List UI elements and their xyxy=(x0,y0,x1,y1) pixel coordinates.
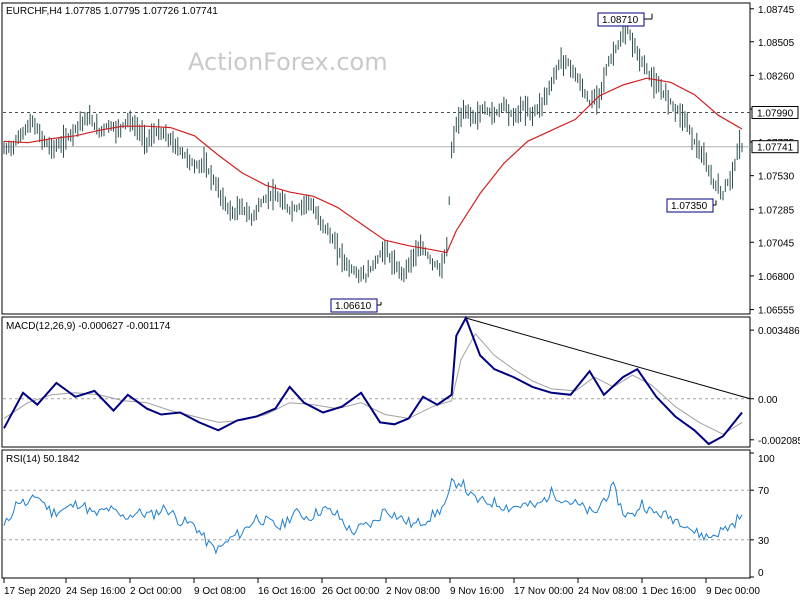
callout-label: 1.06610 xyxy=(335,301,372,312)
x-tick-label: 9 Dec 00:00 xyxy=(706,586,760,597)
current-price-tag: 1.07741 xyxy=(757,143,794,154)
x-tick-label: 17 Sep 2020 xyxy=(4,586,61,597)
x-tick-label: 2 Nov 08:00 xyxy=(386,586,440,597)
price-tick-label: 1.08745 xyxy=(758,5,795,16)
x-tick-label: 9 Nov 16:00 xyxy=(450,586,504,597)
price-tick-label: 1.07045 xyxy=(758,238,795,249)
x-tick-label: 9 Oct 08:00 xyxy=(194,586,246,597)
macd-header: MACD(12,26,9) -0.000627 -0.001174 xyxy=(6,321,171,332)
x-tick-label: 1 Dec 16:00 xyxy=(642,586,696,597)
price-tick-label: 1.06800 xyxy=(758,272,795,283)
rsi-header: RSI(14) 50.1842 xyxy=(6,454,80,465)
macd-tick-label: 0.003486 xyxy=(758,326,800,337)
price-tick-label: 1.07285 xyxy=(758,205,795,216)
x-tick-label: 24 Nov 08:00 xyxy=(578,586,638,597)
rsi-tick-label: 100 xyxy=(758,454,775,465)
price-tick-label: 1.08505 xyxy=(758,38,795,49)
x-tick-label: 17 Nov 00:00 xyxy=(514,586,574,597)
x-tick-label: 16 Oct 16:00 xyxy=(258,586,316,597)
macd-tick-label: -0.002085 xyxy=(758,436,800,447)
x-tick-label: 26 Oct 00:00 xyxy=(322,586,380,597)
rsi-tick-label: 30 xyxy=(758,536,770,547)
x-tick-label: 24 Sep 16:00 xyxy=(66,586,126,597)
rsi-tick-label: 70 xyxy=(758,486,770,497)
callout-label: 1.08710 xyxy=(602,15,639,26)
price-tick-label: 1.08260 xyxy=(758,71,795,82)
callout-label: 1.07350 xyxy=(671,201,708,212)
chart-canvas: ActionForex.com EURCHF,H4 1.07785 1.0779… xyxy=(0,0,800,600)
price-header: EURCHF,H4 1.07785 1.07795 1.07726 1.0774… xyxy=(6,6,218,17)
x-tick-label: 2 Oct 00:00 xyxy=(130,586,182,597)
rsi-tick-label: 0 xyxy=(758,568,764,579)
price-tick-label: 1.06555 xyxy=(758,306,795,317)
macd-tick-label: 0.00 xyxy=(758,395,778,406)
watermark: ActionForex.com xyxy=(188,48,388,76)
price-tick-label: 1.07530 xyxy=(758,172,795,183)
level-price-tag: 1.07990 xyxy=(757,108,794,119)
